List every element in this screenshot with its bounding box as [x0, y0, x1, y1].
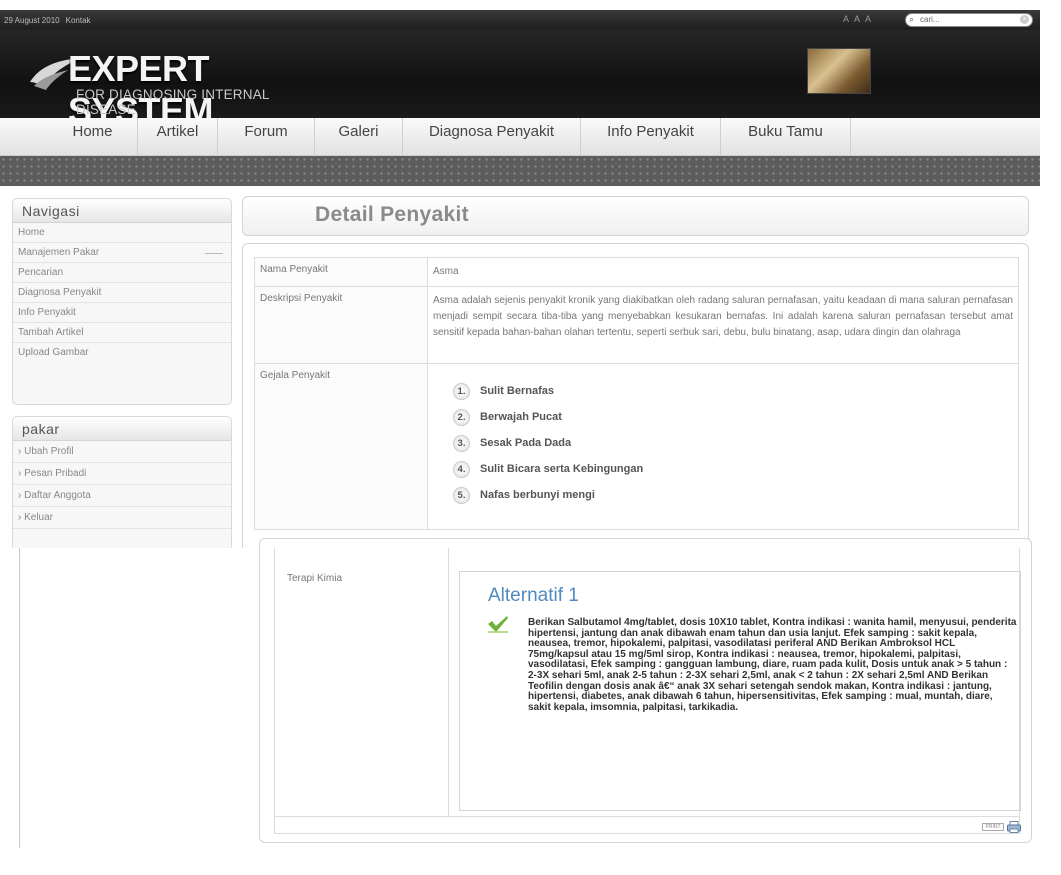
therapy-label-cell: Terapi Kimia — [274, 548, 449, 816]
symptom-text: Nafas berbunyi mengi — [480, 489, 595, 501]
page-divider — [19, 548, 20, 848]
sidebar-item-tambah-artikel[interactable]: Tambah Artikel — [13, 323, 231, 343]
number-badge: 2. — [453, 408, 470, 426]
list-item: 1. Sulit Bernafas — [453, 378, 1013, 404]
sidebar-item-label: › Ubah Profil — [18, 446, 74, 457]
list-item: 5. Nafas berbunyi mengi — [453, 482, 1013, 508]
symptoms-cell: 1. Sulit Bernafas 2. Berwajah Pucat 3. Sesa… — [427, 363, 1019, 530]
clear-icon[interactable]: × — [1020, 15, 1029, 24]
number-badge: 4. — [453, 460, 470, 478]
sidebar-item-pesan-pribadi[interactable]: › Pesan Pribadi — [13, 463, 231, 485]
therapy-label: Terapi Kimia — [287, 573, 343, 584]
sidebar-item-keluar[interactable]: › Keluar — [13, 507, 231, 529]
sidebar-item-label: Manajemen Pakar — [18, 247, 100, 258]
sidebar-item-diagnosa-penyakit[interactable]: Diagnosa Penyakit — [13, 283, 231, 303]
table-footer-row — [274, 816, 1020, 834]
disease-description-label: Deskripsi Penyakit — [254, 286, 428, 364]
sidebar-item-label: Info Penyakit — [18, 307, 76, 318]
disease-name-label: Nama Penyakit — [254, 257, 428, 287]
sidebar-item-label: › Keluar — [18, 512, 54, 523]
font-small-button[interactable]: A — [843, 14, 849, 24]
font-large-button[interactable]: A — [865, 14, 871, 24]
pakar-title: pakar — [13, 417, 231, 441]
number-badge: 1. — [453, 382, 470, 400]
sidebar-item-label: Diagnosa Penyakit — [18, 287, 102, 298]
sidebar-item-label: › Pesan Pribadi — [18, 468, 87, 479]
site-logo[interactable]: EXPERT SYSTEM FOR DIAGNOSING INTERNAL DI… — [28, 44, 328, 131]
page-title-box: Detail Penyakit — [242, 196, 1029, 236]
site-header: EXPERT SYSTEM FOR DIAGNOSING INTERNAL DI… — [0, 30, 1040, 131]
number-badge: 3. — [453, 434, 470, 452]
sidebar-item-label: Tambah Artikel — [18, 327, 84, 338]
alternative-text: Berikan Salbutamol 4mg/tablet, dosis 10X… — [528, 617, 1017, 713]
decorative-strip — [0, 156, 1040, 186]
logo-subtitle: FOR DIAGNOSING INTERNAL DISEASE — [76, 87, 270, 117]
current-date: 29 August 2010 — [4, 16, 60, 25]
sidebar-item-label: › Daftar Anggota — [18, 490, 91, 501]
main-nav: Home Artikel Forum Galeri Diagnosa Penya… — [0, 118, 1040, 156]
search-icon: ⌕ — [909, 14, 915, 24]
page-title: Detail Penyakit — [315, 203, 469, 226]
symptom-text: Sulit Bicara serta Kebingungan — [480, 463, 644, 475]
nav-galeri[interactable]: Galeri — [315, 118, 403, 156]
table-row: Deskripsi Penyakit Asma adalah sejenis p… — [254, 286, 1019, 364]
nav-diagnosa-penyakit[interactable]: Diagnosa Penyakit — [403, 118, 581, 156]
symptom-text: Berwajah Pucat — [480, 411, 562, 423]
sidebar-item-daftar-anggota[interactable]: › Daftar Anggota — [13, 485, 231, 507]
list-item: 3. Sesak Pada Dada — [453, 430, 1013, 456]
symptoms-label: Gejala Penyakit — [254, 363, 428, 530]
table-row: Nama Penyakit Asma — [254, 257, 1019, 287]
search-input[interactable]: ⌕ cari... × — [905, 13, 1033, 27]
nav-info-penyakit[interactable]: Info Penyakit — [581, 118, 721, 156]
header-photo — [807, 48, 871, 94]
nav-artikel[interactable]: Artikel — [138, 118, 218, 156]
submenu-indicator-icon — [205, 248, 223, 254]
contact-link[interactable]: Kontak — [66, 16, 91, 25]
sidebar-item-label: Pencarian — [18, 267, 64, 278]
symptom-text: Sesak Pada Dada — [480, 437, 572, 449]
print-label: PRINT — [982, 823, 1004, 831]
pakar-box: pakar › Ubah Profil › Pesan Pribadi › Da… — [12, 416, 232, 548]
list-item: 4. Sulit Bicara serta Kebingungan — [453, 456, 1013, 482]
disease-name-value: Asma — [427, 257, 1019, 287]
check-icon — [488, 616, 508, 633]
printer-icon — [1007, 821, 1021, 833]
alternative-title: Alternatif 1 — [488, 585, 579, 606]
disease-detail-table: Nama Penyakit Asma Deskripsi Penyakit As… — [254, 257, 1019, 530]
nav-buku-tamu[interactable]: Buku Tamu — [721, 118, 851, 156]
table-row: Gejala Penyakit 1. Sulit Bernafas 2. Berwa… — [254, 363, 1019, 530]
sidebar-item-manajemen-pakar[interactable]: Manajemen Pakar — [13, 243, 231, 263]
upper-screenshot: 29 August 2010 Kontak A A A ⌕ cari... × … — [0, 0, 1061, 548]
sidebar-item-info-penyakit[interactable]: Info Penyakit — [13, 303, 231, 323]
font-medium-button[interactable]: A — [854, 14, 860, 24]
number-badge: 5. — [453, 486, 470, 504]
disease-description-value: Asma adalah sejenis penyakit kronik yang… — [427, 286, 1019, 364]
sidebar-item-label: Upload Gambar — [18, 347, 89, 358]
navigasi-box: Navigasi Home Manajemen Pakar Pencarian … — [12, 198, 232, 405]
search-placeholder: cari... — [920, 15, 940, 24]
sidebar-item-pencarian[interactable]: Pencarian — [13, 263, 231, 283]
top-bar: 29 August 2010 Kontak A A A ⌕ cari... × — [0, 10, 1040, 30]
lower-screenshot: Terapi Kimia Alternatif 1 Berikan Salbut… — [0, 538, 1061, 875]
sidebar-item-ubah-profil[interactable]: › Ubah Profil — [13, 441, 231, 463]
font-size-controls: A A A — [843, 14, 871, 24]
nav-forum[interactable]: Forum — [218, 118, 315, 156]
list-item: 2. Berwajah Pucat — [453, 404, 1013, 430]
nav-home[interactable]: Home — [48, 118, 138, 156]
symptom-text: Sulit Bernafas — [480, 385, 554, 397]
symptoms-list: 1. Sulit Bernafas 2. Berwajah Pucat 3. Sesa… — [433, 370, 1013, 508]
navigasi-title: Navigasi — [13, 199, 231, 223]
sidebar-item-home[interactable]: Home — [13, 223, 231, 243]
sidebar-item-label: Home — [18, 227, 45, 238]
print-button[interactable]: PRINT — [982, 821, 1021, 833]
sidebar-item-upload-gambar[interactable]: Upload Gambar — [13, 343, 231, 363]
